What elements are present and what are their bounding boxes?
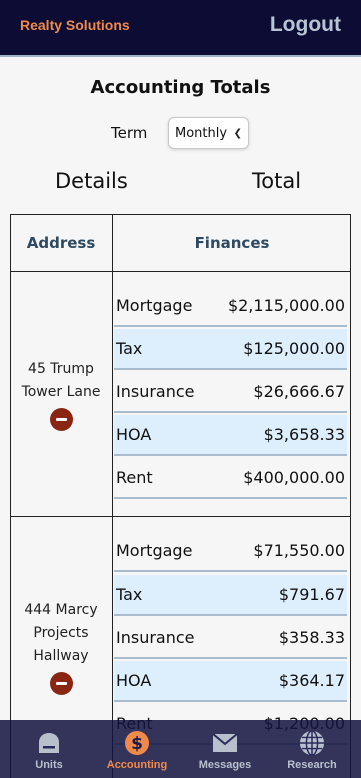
term-select-value: Monthly bbox=[175, 125, 228, 141]
property-address: 444 Marcy Projects Hallway bbox=[24, 602, 98, 664]
property-address: 45 Trump Tower Lane bbox=[21, 360, 101, 400]
total-heading: Total bbox=[252, 169, 302, 193]
finance-label: Tax bbox=[116, 585, 143, 604]
finance-row: Tax $125,000.00 bbox=[114, 329, 347, 370]
finance-label: Tax bbox=[116, 339, 143, 358]
finance-row: Insurance $26,666.67 bbox=[114, 372, 347, 413]
finances-column-header: Finances bbox=[194, 233, 270, 252]
chevron-down-icon: ❮ bbox=[233, 127, 242, 139]
finance-row: Mortgage $71,550.00 bbox=[114, 531, 347, 572]
logout-button[interactable]: Logout bbox=[270, 13, 341, 37]
nav-research[interactable]: Research bbox=[280, 720, 344, 778]
nav-units[interactable]: Units bbox=[22, 720, 76, 778]
finance-row: Tax $791.67 bbox=[114, 575, 347, 616]
finance-row: HOA $3,658.33 bbox=[114, 415, 347, 456]
finance-value: $364.17 bbox=[278, 671, 345, 690]
nav-messages[interactable]: Messages bbox=[193, 720, 257, 778]
remove-property-button[interactable] bbox=[49, 407, 73, 431]
accounting-table: Address Finances 45 Trump Tower Lane Mor… bbox=[10, 214, 351, 778]
finance-value: $400,000.00 bbox=[243, 468, 345, 487]
finance-label: Mortgage bbox=[116, 296, 193, 315]
finance-label: HOA bbox=[116, 671, 152, 690]
table-border-right bbox=[350, 214, 351, 778]
bottom-nav: Units $ Accounting Messages Research bbox=[0, 720, 361, 778]
main-content: Accounting Totals Term Monthly ❮ Details… bbox=[0, 59, 361, 778]
nav-messages-label: Messages bbox=[198, 759, 252, 771]
finance-row: Insurance $358.33 bbox=[114, 618, 347, 659]
finance-label: Mortgage bbox=[116, 541, 193, 560]
minus-icon bbox=[55, 682, 67, 685]
table-column-divider bbox=[112, 214, 113, 778]
mail-icon bbox=[212, 730, 238, 756]
term-select[interactable]: Monthly ❮ bbox=[168, 117, 249, 149]
finance-value: $358.33 bbox=[278, 628, 345, 647]
term-label: Term bbox=[111, 124, 148, 142]
finance-row: Mortgage $2,115,000.00 bbox=[114, 286, 347, 327]
property-address-cell: 45 Trump Tower Lane bbox=[10, 272, 112, 516]
finance-label: Insurance bbox=[116, 628, 195, 647]
globe-icon bbox=[299, 730, 325, 756]
details-heading: Details bbox=[55, 169, 128, 193]
brand-name: Realty Solutions bbox=[20, 17, 130, 33]
minus-icon bbox=[55, 417, 67, 421]
dollar-icon: $ bbox=[124, 730, 150, 756]
finance-value: $125,000.00 bbox=[243, 339, 345, 358]
top-bar: Realty Solutions Logout bbox=[0, 0, 361, 57]
svg-text:$: $ bbox=[131, 734, 143, 754]
nav-research-label: Research bbox=[287, 759, 337, 771]
remove-property-button[interactable] bbox=[49, 672, 73, 695]
finance-value: $26,666.67 bbox=[253, 382, 345, 401]
finance-value: $71,550.00 bbox=[253, 541, 345, 560]
nav-units-label: Units bbox=[35, 759, 63, 771]
nav-accounting-label: Accounting bbox=[106, 759, 168, 771]
finance-value: $2,115,000.00 bbox=[227, 296, 345, 315]
house-icon bbox=[36, 730, 62, 756]
nav-accounting[interactable]: $ Accounting bbox=[102, 720, 172, 778]
finance-label: HOA bbox=[116, 425, 152, 444]
address-column-header: Address bbox=[26, 233, 96, 252]
page-title: Accounting Totals bbox=[90, 77, 271, 98]
finance-row: HOA $364.17 bbox=[114, 661, 347, 702]
finance-value: $791.67 bbox=[278, 585, 345, 604]
finance-label: Rent bbox=[116, 468, 153, 487]
finance-row: Rent $400,000.00 bbox=[114, 458, 347, 499]
finance-label: Insurance bbox=[116, 382, 195, 401]
finance-value: $3,658.33 bbox=[263, 425, 345, 444]
